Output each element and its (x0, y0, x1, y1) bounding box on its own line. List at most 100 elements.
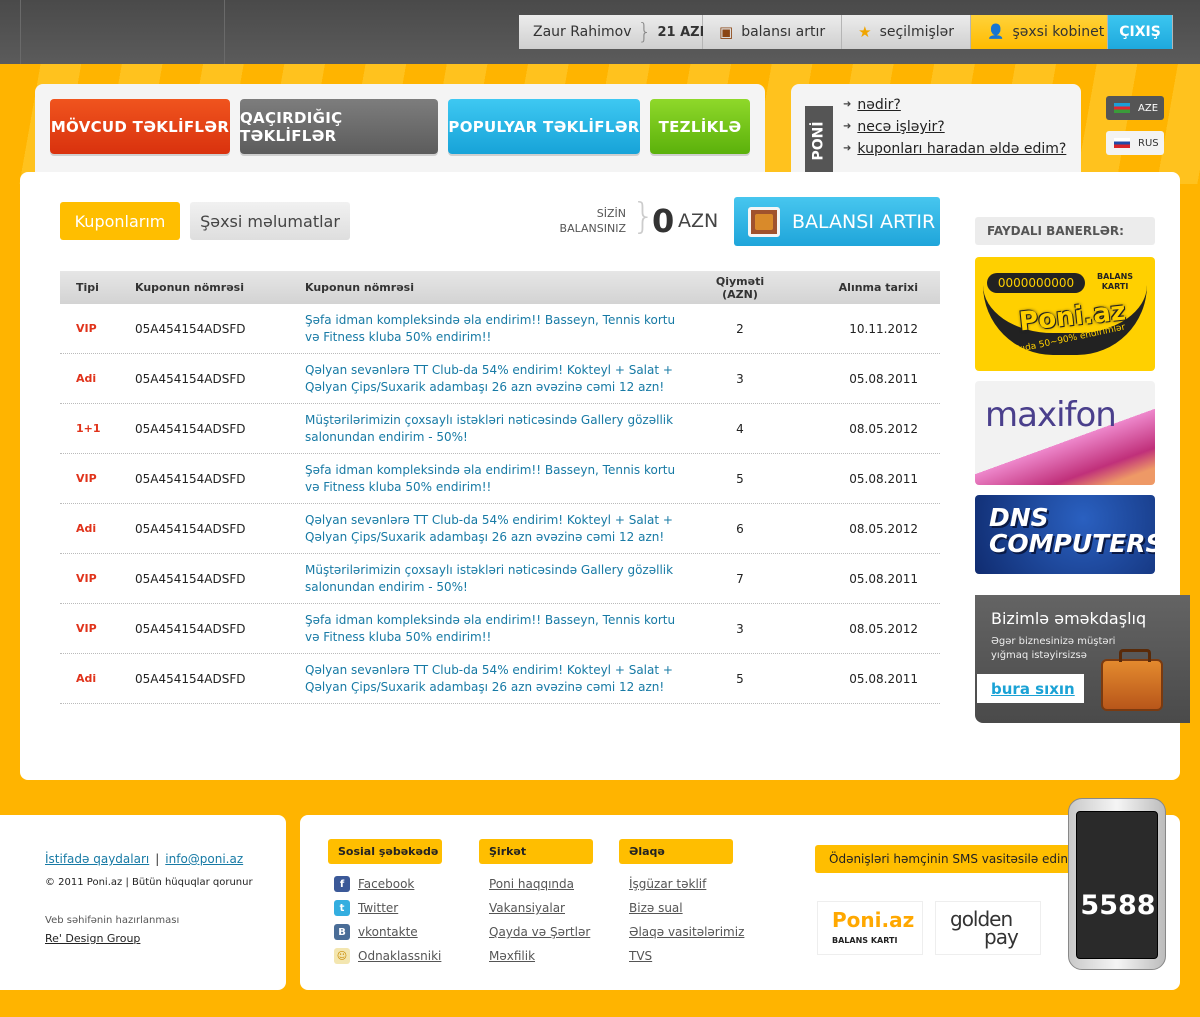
table-row[interactable]: VIP 05A454154ADSFD Şəfa idman kompleksində… (60, 454, 940, 504)
dns-logo: DNS COMPUTERS (989, 505, 1155, 557)
star-icon: ★ (858, 23, 872, 41)
tab-current-offers[interactable]: MÖVCUD TƏKLİFLƏR (50, 99, 230, 154)
tab-my-coupons[interactable]: Kuponlarım (60, 202, 180, 240)
category-tabs: MÖVCUD TƏKLİFLƏR QAÇIRDIĞIÇ TƏKLİFLƏR PO… (35, 84, 765, 180)
coupon-code: 05A454154ADSFD (135, 621, 246, 636)
coupon-type: Adi (76, 672, 97, 685)
poni-link-item: ➜ necə işləyir? (843, 116, 1066, 138)
poni-banner[interactable]: 0000000000 BALANS KARTI Poni.az Bakıda 50… (975, 257, 1155, 371)
coupon-description[interactable]: Şəfa idman kompleksində əla endirim!! Ba… (305, 462, 700, 496)
azerbaijan-flag-icon (1114, 103, 1130, 113)
header-description[interactable]: Kuponun nömrəsi (305, 281, 700, 294)
copyright: © 2011 Poni.az | Bütün hüquqlar qorunur (45, 877, 253, 888)
made-by-label: Veb səhifənin hazırlanması (45, 915, 180, 926)
social-item: t Twitter (328, 896, 442, 920)
contact-methods-link[interactable]: Əlaqə vasitələrimiz (629, 925, 744, 939)
coupon-description[interactable]: Şəfa idman kompleksində əla endirim!! Ba… (305, 612, 700, 646)
tab-coming-soon[interactable]: TEZLİKLƏ (650, 99, 750, 154)
odnoklassniki-icon: ☺ (334, 948, 350, 964)
balance-label: SİZİN BALANSINIZ (540, 206, 626, 236)
vkontakte-link[interactable]: vkontakte (358, 925, 418, 939)
goldenpay-logo[interactable]: golden pay (935, 901, 1041, 955)
terms-link[interactable]: İstifadə qaydaları (45, 852, 149, 866)
privacy-link[interactable]: Məxfilik (489, 949, 535, 963)
about-link[interactable]: Poni haqqında (489, 877, 574, 891)
email-link[interactable]: info@poni.az (165, 852, 243, 866)
table-row[interactable]: Adi 05A454154ADSFD Qəlyan sevənlərə TT Clu… (60, 654, 940, 704)
link-how-it-works[interactable]: necə işləyir? (857, 116, 944, 138)
header-price[interactable]: Qiymәti (AZN) (700, 275, 780, 301)
coupon-description[interactable]: Qəlyan sevənlərə TT Club-da 54% endirim!… (305, 662, 700, 696)
table-row[interactable]: VIP 05A454154ADSFD Müştərilərimizin çoxsay… (60, 554, 940, 604)
coupon-description[interactable]: Müştərilərimizin çoxsaylı istəkləri nəti… (305, 562, 700, 596)
table-row[interactable]: VIP 05A454154ADSFD Şəfa idman kompleksində… (60, 304, 940, 354)
dns-banner[interactable]: DNS COMPUTERS (975, 495, 1155, 574)
coupon-type: VIP (76, 572, 97, 585)
separator: | (155, 852, 160, 866)
coupon-description[interactable]: Müştərilərimizin çoxsaylı istəkləri nəti… (305, 412, 700, 446)
twitter-icon: t (334, 900, 350, 916)
coupon-price: 3 (736, 621, 744, 636)
vacancies-link[interactable]: Vakansiyalar (489, 901, 565, 915)
coupon-price: 3 (736, 371, 744, 386)
coupon-price: 5 (736, 471, 744, 486)
header-type[interactable]: Tipi (60, 281, 135, 294)
user-info[interactable]: Zaur Rahimov } 21 AZN (519, 15, 710, 49)
ask-question-link[interactable]: Bizə sual (629, 901, 683, 915)
tab-missed-offers[interactable]: QAÇIRDIĞIÇ TƏKLİFLƏR (240, 99, 438, 154)
cooperation-link[interactable]: bura sıxın (977, 674, 1084, 703)
divider (20, 0, 21, 64)
header-date[interactable]: Alınma tarixi (780, 281, 940, 294)
odnoklassniki-link[interactable]: Odnaklassniki (358, 949, 441, 963)
topup-link[interactable]: ▣ balansı artır (703, 15, 843, 49)
coupon-type: VIP (76, 622, 97, 635)
user-icon: 👤 (987, 24, 1005, 40)
contact-item: Bizə sual (619, 896, 744, 920)
table-row[interactable]: Adi 05A454154ADSFD Qəlyan sevənlərə TT Clu… (60, 504, 940, 554)
coupon-code: 05A454154ADSFD (135, 571, 246, 586)
facebook-link[interactable]: Facebook (358, 877, 414, 891)
coupon-date: 08.05.2012 (849, 521, 918, 536)
coupon-date: 05.08.2011 (849, 371, 918, 386)
link-what-is[interactable]: nədir? (857, 94, 900, 116)
coupon-description[interactable]: Qəlyan sevənlərə TT Club-da 54% endirim!… (305, 362, 700, 396)
poni-balance-card-logo[interactable]: Poni.az BALANS KARTI (817, 901, 923, 955)
table-row[interactable]: VIP 05A454154ADSFD Şəfa idman kompleksində… (60, 604, 940, 654)
banners-title: FAYDALI BANERLƏR: (975, 217, 1155, 245)
tvs-link[interactable]: TVS (629, 949, 652, 963)
company-item: Poni haqqında (479, 872, 593, 896)
made-by-link[interactable]: Re' Design Group (45, 932, 140, 945)
terms-conditions-link[interactable]: Qayda və Şərtlər (489, 925, 590, 939)
footer-social: Sosial şəbəkədə f Facebook t Twitter Bvkon… (328, 839, 442, 968)
maxifon-banner[interactable]: maxifon (975, 381, 1155, 485)
coupon-date: 08.05.2012 (849, 621, 918, 636)
cooperation-title: Bizimlə əməkdaşlıq (991, 609, 1147, 628)
table-row[interactable]: Adi 05A454154ADSFD Qəlyan sevənlərə TT Clu… (60, 354, 940, 404)
tab-popular-offers[interactable]: POPULYAR TƏKLİFLƏR (448, 99, 640, 154)
link-where-coupons[interactable]: kuponları haradan əldə edim? (857, 138, 1066, 160)
lang-rus-button[interactable]: RUS (1106, 131, 1164, 155)
lang-aze-button[interactable]: AZE (1106, 96, 1164, 120)
coupon-description[interactable]: Qəlyan sevənlərə TT Club-da 54% endirim!… (305, 512, 700, 546)
table-row[interactable]: 1+1 05A454154ADSFD Müştərilərimizin çoxsay… (60, 404, 940, 454)
favorites-link[interactable]: ★ seçilmişlər (842, 15, 972, 49)
topup-balance-label: BALANSI ARTIR (792, 210, 936, 233)
twitter-link[interactable]: Twitter (358, 901, 398, 915)
header-code[interactable]: Kuponun nömrəsi (135, 281, 305, 294)
coupon-date: 05.08.2011 (849, 571, 918, 586)
coupon-type: Adi (76, 522, 97, 535)
tab-personal-info[interactable]: Şəxsi məlumatlar (190, 202, 350, 240)
company-item: Vakansiyalar (479, 896, 593, 920)
business-offer-link[interactable]: İşgüzar təklif (629, 877, 706, 891)
topup-balance-button[interactable]: BALANSI ARTIR (734, 197, 940, 246)
exit-button[interactable]: ÇIXIŞ (1108, 15, 1174, 49)
poni-banner-tag1: BALANS (1097, 272, 1134, 281)
russia-flag-icon (1114, 138, 1130, 148)
poni-links: ➜ nədir? ➜ necə işləyir? ➜ kuponları harada… (843, 94, 1066, 160)
phone-screen: 5588 (1076, 811, 1158, 959)
cabinet-link[interactable]: 👤 şəxsi kobinet (971, 15, 1109, 49)
coupon-description[interactable]: Şəfa idman kompleksində əla endirim!! Ba… (305, 312, 700, 346)
poni-tag-label: PONİ (811, 121, 827, 161)
poni-info-box: PONİ ➜ nədir? ➜ necə işləyir? ➜ kuponları h… (791, 84, 1081, 180)
coupon-date: 10.11.2012 (849, 321, 918, 336)
